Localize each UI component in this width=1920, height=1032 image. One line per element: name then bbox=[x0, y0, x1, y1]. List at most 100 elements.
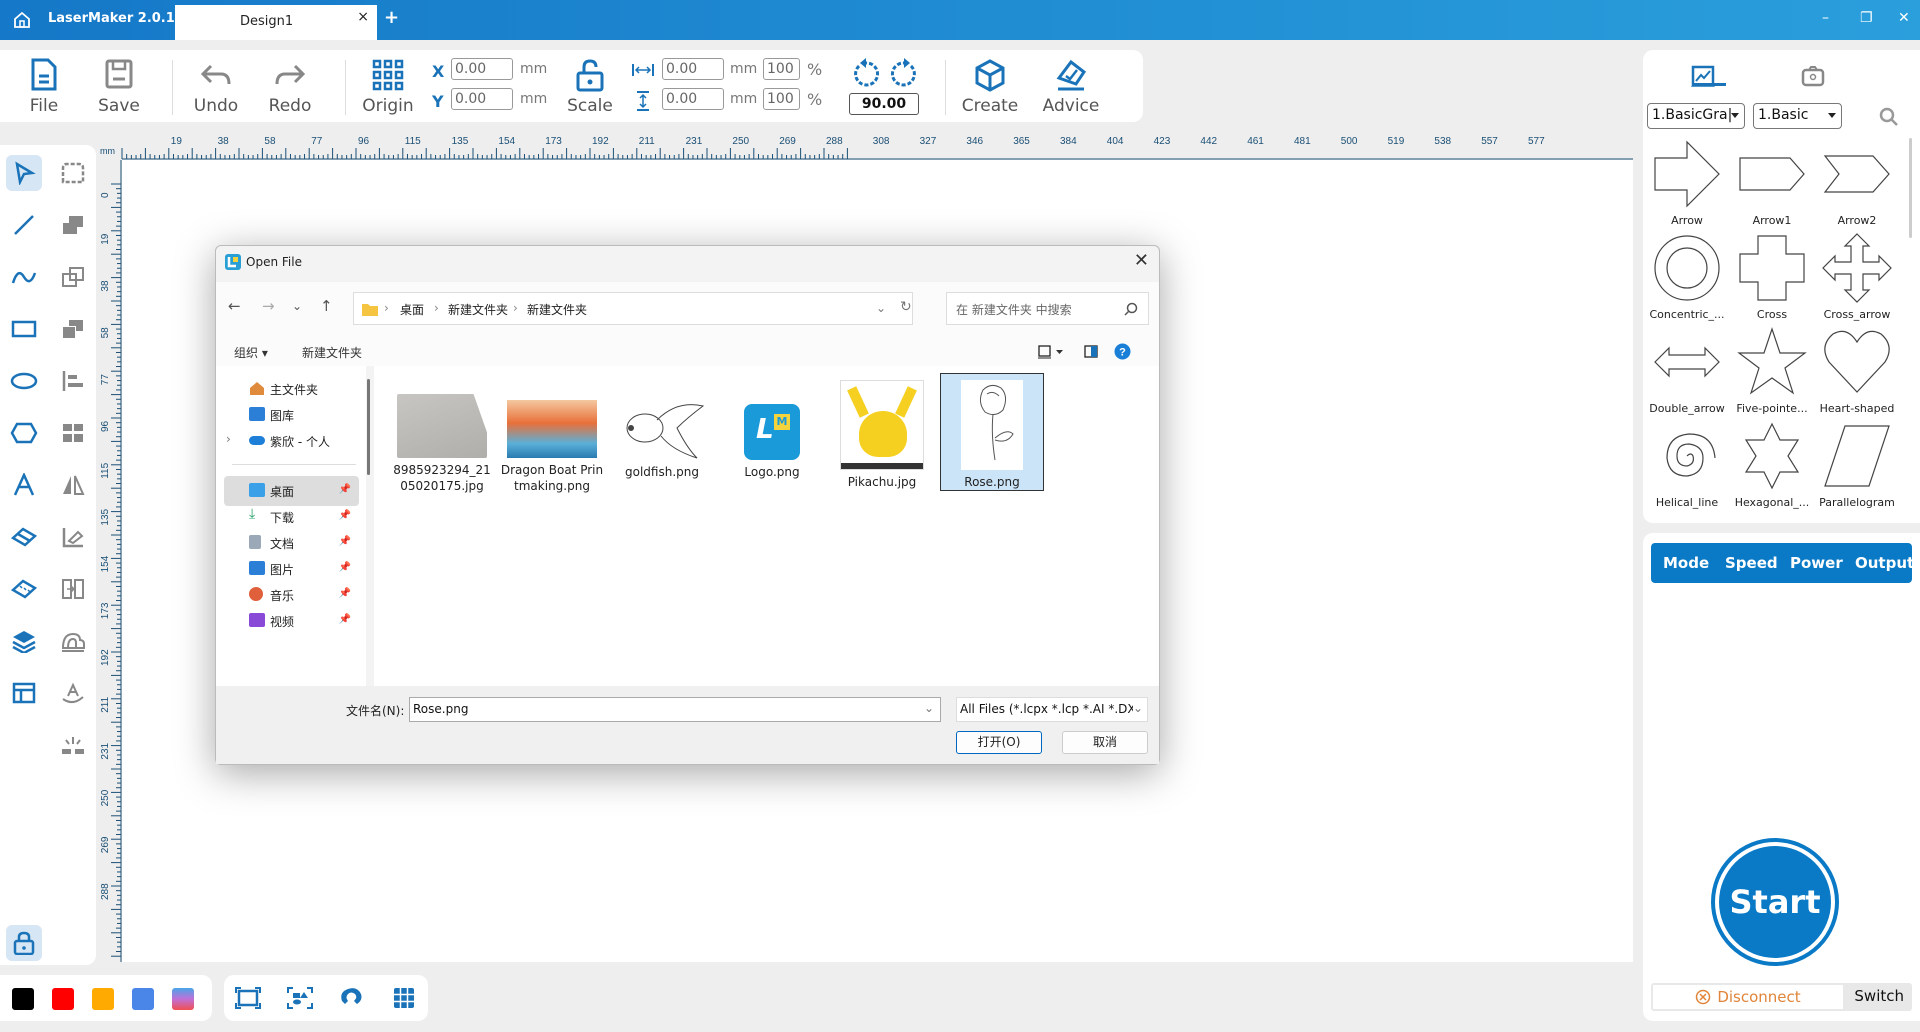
up-arrow-icon[interactable]: ↑ bbox=[320, 297, 333, 315]
edit-nodes-tool[interactable] bbox=[55, 519, 91, 555]
file-item[interactable]: goldfish.png bbox=[610, 376, 714, 480]
nav-videos[interactable]: 视频 📌 bbox=[224, 606, 359, 636]
tab-design1[interactable]: Design1 × bbox=[175, 5, 377, 40]
array-tool[interactable] bbox=[55, 571, 91, 607]
breadcrumb-item[interactable]: 桌面 bbox=[400, 301, 424, 318]
subcategory-select[interactable]: 1.Basic bbox=[1753, 103, 1842, 129]
shape-list-scrollbar[interactable] bbox=[1909, 138, 1912, 238]
scale-lock-button[interactable]: Scale bbox=[560, 58, 620, 116]
disconnect-button[interactable]: Disconnect bbox=[1653, 985, 1843, 1009]
new-folder-button[interactable]: 新建文件夹 bbox=[302, 344, 362, 361]
dialog-close-button[interactable]: ✕ bbox=[1134, 250, 1149, 271]
address-dropdown-chevron-icon[interactable]: ⌄ bbox=[876, 301, 886, 315]
engrave-text-tool[interactable] bbox=[55, 675, 91, 711]
subtract-tool[interactable] bbox=[55, 311, 91, 347]
select-tool[interactable] bbox=[6, 155, 42, 191]
shape-arrow[interactable]: Arrow bbox=[1646, 138, 1728, 230]
file-button[interactable]: File bbox=[14, 58, 74, 116]
ellipse-tool[interactable] bbox=[6, 363, 42, 399]
color-swatch-blue[interactable] bbox=[132, 988, 154, 1010]
filename-input[interactable]: Rose.png ⌄ bbox=[409, 697, 941, 722]
category-select[interactable]: 1.BasicGra| bbox=[1647, 103, 1745, 129]
polygon-tool[interactable] bbox=[6, 415, 42, 451]
recent-locations-chevron-icon[interactable]: ⌄ bbox=[292, 299, 302, 313]
x-position-input[interactable]: 0.00 bbox=[451, 58, 513, 80]
save-button[interactable]: Save bbox=[89, 58, 149, 116]
open-button[interactable]: 打开(O) bbox=[956, 731, 1042, 754]
mirror-tool[interactable] bbox=[55, 467, 91, 503]
cancel-button[interactable]: 取消 bbox=[1062, 731, 1148, 754]
color-swatch-red[interactable] bbox=[52, 988, 74, 1010]
minimize-button[interactable]: – bbox=[1822, 10, 1829, 26]
line-tool[interactable] bbox=[6, 207, 42, 243]
layout-tool[interactable] bbox=[6, 675, 42, 711]
rotate-ccw-icon[interactable] bbox=[851, 58, 881, 88]
tab-output[interactable]: Output bbox=[1855, 554, 1914, 572]
shape-double-arrow[interactable]: Double_arrow bbox=[1646, 326, 1728, 418]
grid-button[interactable] bbox=[386, 980, 422, 1016]
breadcrumb-item[interactable]: 新建文件夹 bbox=[527, 301, 587, 318]
shape-arrow1[interactable]: Arrow1 bbox=[1731, 138, 1813, 230]
file-type-filter[interactable]: All Files (*.lcpx *.lcp *.AI *.DX ⌄ bbox=[956, 697, 1148, 722]
measure-tool[interactable] bbox=[6, 571, 42, 607]
offset-tool[interactable] bbox=[55, 623, 91, 659]
address-bar[interactable]: › 桌面 › 新建文件夹 › 新建文件夹 ⌄ ↻ bbox=[353, 292, 913, 325]
origin-button[interactable]: Origin bbox=[358, 58, 418, 116]
preview-pane-icon[interactable] bbox=[1084, 345, 1098, 358]
shape-concentric[interactable]: Concentric_... bbox=[1646, 232, 1728, 324]
tab-speed[interactable]: Speed bbox=[1725, 554, 1778, 572]
rectangle-tool[interactable] bbox=[6, 311, 42, 347]
undo-button[interactable]: Undo bbox=[186, 58, 246, 116]
width-percent-input[interactable]: 100 bbox=[763, 58, 800, 80]
height-input[interactable]: 0.00 bbox=[662, 88, 724, 110]
start-button[interactable]: Start bbox=[1711, 838, 1839, 966]
redo-button[interactable]: Redo bbox=[260, 58, 320, 116]
tab-close-button[interactable]: × bbox=[357, 9, 369, 25]
align-tool[interactable] bbox=[55, 363, 91, 399]
chevron-down-icon[interactable]: ⌄ bbox=[924, 701, 934, 715]
height-percent-input[interactable]: 100 bbox=[763, 88, 800, 110]
file-item[interactable]: 8985923294_2105020175.jpg bbox=[390, 376, 494, 494]
expand-chevron-icon[interactable]: › bbox=[226, 432, 231, 446]
light-tool[interactable] bbox=[55, 727, 91, 763]
curve-tool[interactable] bbox=[6, 259, 42, 295]
width-input[interactable]: 0.00 bbox=[662, 58, 724, 80]
color-swatch-black[interactable] bbox=[12, 988, 34, 1010]
search-icon[interactable] bbox=[1879, 107, 1899, 127]
text-tool[interactable] bbox=[6, 467, 42, 503]
file-item-selected[interactable]: Rose.png bbox=[940, 373, 1044, 491]
rotate-cw-icon[interactable] bbox=[889, 58, 919, 88]
restore-button[interactable]: ❐ bbox=[1860, 10, 1873, 26]
nav-onedrive[interactable]: › 紫欣 - 个人 bbox=[224, 426, 359, 456]
help-icon[interactable]: ? bbox=[1114, 343, 1131, 360]
view-options-icon[interactable] bbox=[1038, 345, 1064, 359]
tab-mode[interactable]: Mode bbox=[1663, 554, 1709, 572]
shape-five-pointed-star[interactable]: Five-pointe... bbox=[1731, 326, 1813, 418]
tab-camera[interactable] bbox=[1783, 58, 1843, 94]
tab-gallery[interactable] bbox=[1673, 58, 1733, 94]
y-position-input[interactable]: 0.00 bbox=[451, 88, 513, 110]
forward-arrow-icon[interactable]: → bbox=[262, 297, 275, 315]
shape-heart[interactable]: Heart-shaped bbox=[1816, 326, 1898, 418]
switch-button[interactable]: Switch bbox=[1854, 987, 1904, 1005]
folder-search-input[interactable]: 在 新建文件夹 中搜索 bbox=[946, 292, 1149, 325]
magnet-button[interactable] bbox=[334, 980, 370, 1016]
file-item[interactable]: LM Logo.png bbox=[720, 376, 824, 480]
shape-hexagonal-star[interactable]: Hexagonal_... bbox=[1731, 420, 1813, 512]
tab-power[interactable]: Power bbox=[1790, 554, 1843, 572]
file-item[interactable]: Pikachu.jpg bbox=[830, 376, 934, 490]
combine-tool[interactable] bbox=[55, 259, 91, 295]
color-swatch-orange[interactable] bbox=[92, 988, 114, 1010]
close-button[interactable]: ✕ bbox=[1898, 10, 1910, 26]
navigation-scrollbar[interactable] bbox=[367, 379, 370, 475]
union-tool[interactable] bbox=[55, 207, 91, 243]
color-swatch-gradient[interactable] bbox=[172, 988, 194, 1010]
lock-button[interactable] bbox=[6, 925, 42, 961]
refresh-icon[interactable]: ↻ bbox=[900, 299, 912, 315]
select-frame-button[interactable] bbox=[282, 980, 318, 1016]
organize-menu[interactable]: 组织 ▾ bbox=[234, 344, 268, 361]
rotate-angle-input[interactable]: 90.00 bbox=[849, 93, 919, 115]
home-icon[interactable] bbox=[12, 10, 32, 30]
add-tab-button[interactable]: + bbox=[384, 7, 399, 28]
distribute-tool[interactable] bbox=[55, 415, 91, 451]
